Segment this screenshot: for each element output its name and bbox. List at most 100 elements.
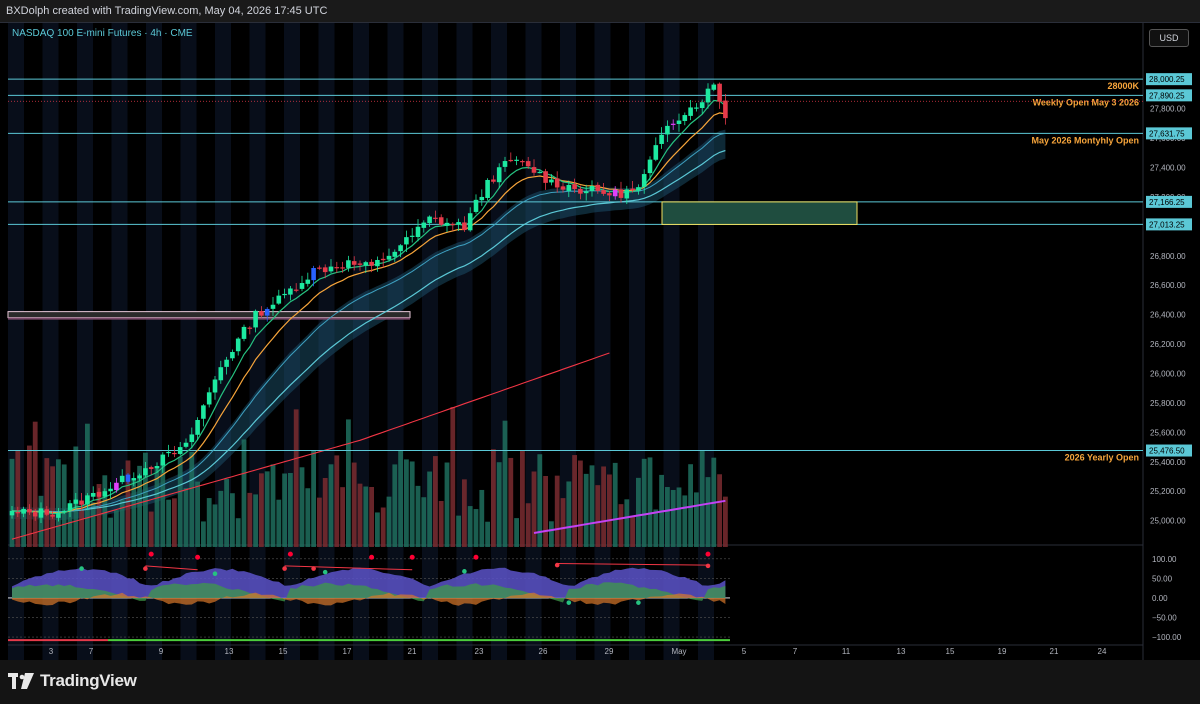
volume-bar — [583, 473, 589, 547]
oscillator-top-dot — [705, 551, 711, 557]
candle-body — [496, 167, 502, 183]
candle-body — [676, 120, 682, 124]
date-axis-label: 26 — [539, 647, 548, 656]
volume-bar — [235, 518, 241, 547]
currency-button[interactable]: USD — [1149, 29, 1189, 47]
session-band — [111, 23, 128, 661]
candle-body — [96, 491, 102, 497]
candle-body — [67, 503, 73, 511]
volume-bar — [630, 515, 635, 547]
candle-body — [61, 511, 67, 513]
candle-body — [566, 184, 572, 191]
price-axis-label: 25,000.00 — [1150, 517, 1186, 526]
candle-body — [601, 190, 606, 194]
candle-body — [38, 508, 44, 518]
tradingview-logo[interactable]: TradingView — [8, 671, 137, 691]
volume-bar — [288, 473, 293, 547]
volume-bar — [15, 450, 21, 547]
volume-bar — [607, 474, 612, 547]
price-axis-label: 25,400.00 — [1150, 458, 1186, 467]
candle-body — [172, 452, 177, 455]
oscillator-top-dot — [409, 554, 415, 560]
candle-body — [450, 223, 456, 226]
candle-body — [218, 367, 224, 381]
price-chart[interactable]: 25,000.00 25,200.00 25,400.00 25,600.00 25,8… — [0, 23, 1200, 661]
candle-body — [32, 511, 38, 517]
date-axis-label: 3 — [49, 647, 54, 656]
session-band — [180, 23, 197, 661]
candle-body — [525, 161, 531, 167]
volume-bar — [682, 495, 688, 547]
volume-bar — [723, 496, 728, 547]
volume-bar — [230, 493, 235, 547]
date-axis-label: 11 — [842, 647, 851, 656]
candle-body — [328, 266, 334, 272]
candle-body — [578, 188, 583, 194]
candle-body — [636, 187, 641, 191]
volume-bar — [694, 492, 699, 547]
candle-body — [154, 466, 160, 469]
candle-body — [119, 475, 125, 483]
candle-body — [380, 258, 386, 261]
candle-body — [386, 255, 392, 260]
candle-body — [346, 260, 351, 268]
candle-body — [641, 174, 647, 187]
volume-bar — [44, 458, 50, 547]
volume-bar — [595, 485, 601, 547]
volume-bar — [520, 450, 525, 547]
date-axis-label: 23 — [475, 647, 484, 656]
candle-body — [694, 107, 699, 109]
candle-body — [682, 115, 688, 121]
volume-bar — [386, 496, 392, 547]
volume-bar — [572, 455, 577, 547]
volume-bar — [9, 458, 15, 547]
candle-body — [514, 159, 519, 161]
support-zone-underline — [8, 317, 410, 320]
candle-body — [659, 134, 664, 144]
candle-body — [456, 222, 461, 225]
candle-body — [241, 326, 247, 339]
oscillator-axis-label: 100.00 — [1152, 555, 1177, 564]
volume-bar — [438, 500, 444, 547]
level-label: 28000K — [1107, 81, 1139, 91]
candle-body — [647, 159, 653, 174]
volume-bar — [241, 439, 247, 547]
candle-body — [491, 179, 496, 182]
volume-bar — [699, 450, 705, 547]
candle-body — [508, 159, 514, 162]
volume-bar — [177, 456, 183, 547]
candle-body — [427, 216, 432, 224]
volume-bar — [322, 477, 328, 547]
candle-body — [537, 171, 543, 174]
price-axis-label: 25,800.00 — [1150, 399, 1186, 408]
volume-bar — [305, 488, 311, 547]
oscillator-signal-dot — [322, 569, 328, 575]
candle-body — [409, 235, 415, 237]
price-axis-label: 26,200.00 — [1150, 340, 1186, 349]
date-axis-label: 15 — [279, 647, 288, 656]
candle-body — [688, 107, 693, 116]
candle-body — [665, 125, 670, 135]
date-axis-label: 21 — [1050, 647, 1059, 656]
session-band — [594, 23, 611, 661]
candle-body — [102, 491, 108, 497]
oscillator-top-dot — [369, 554, 375, 560]
candle-body — [276, 295, 282, 304]
volume-bar — [415, 485, 421, 547]
volume-bar — [276, 499, 282, 547]
candle-body — [404, 237, 409, 245]
chart-area[interactable]: 25,000.00 25,200.00 25,400.00 25,600.00 25,8… — [0, 22, 1200, 661]
candle-body — [670, 123, 676, 125]
candle-body — [212, 379, 218, 393]
oscillator-top-dot — [473, 554, 479, 560]
volume-bar — [514, 518, 519, 547]
date-axis-label: 24 — [1098, 647, 1107, 656]
candle-body — [148, 467, 154, 470]
candle-body — [259, 311, 264, 316]
volume-bar — [224, 478, 229, 547]
date-axis-label: 29 — [605, 647, 614, 656]
fair-value-gap-zone — [661, 201, 858, 225]
price-axis-label: 26,000.00 — [1150, 369, 1186, 378]
chart-header: BXDolph created with TradingView.com, Ma… — [0, 0, 1200, 22]
candle-body — [531, 167, 537, 173]
